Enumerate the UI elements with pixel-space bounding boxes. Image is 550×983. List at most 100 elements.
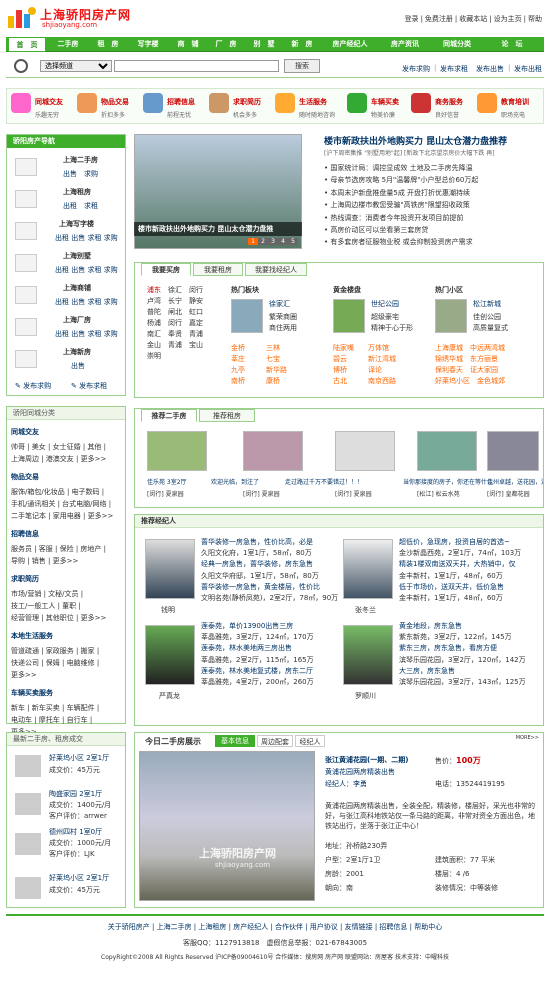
nav-classified[interactable]: 同城分类 [432,37,482,52]
cat-trade[interactable]: 物品交易 [11,472,125,482]
classified-panel: 骄阳同城分类 同城交友 帅哥 | 美女 | 女士征婚 | 其他 | 上海周边 | … [6,406,126,736]
zone-image[interactable] [231,299,263,333]
agent-photo[interactable] [145,625,195,685]
svc-trade[interactable]: 物品交易 折扣多多 [77,91,143,121]
tab-buy[interactable]: 我要买房 [141,263,191,276]
list-item[interactable]: • 上海周边楼市教您受骗"高铁房"限望招收政策 [324,199,478,211]
post-rent-link[interactable]: 发布出租 [514,64,542,74]
nav-factory[interactable]: 厂 房 [208,37,244,52]
recommend-panel: 推荐二手房 推荐租房 佳乐苑 3室2厅 [闵行] 夏泉园 欢迎光临，到注了 [闵… [134,408,544,508]
nav-row-newhouse: 上海新房 出售 [15,347,125,383]
nav-rent[interactable]: 租 房 [90,37,126,52]
nav-agent[interactable]: 房产经纪人 [322,37,378,52]
login-link[interactable]: 登录 [405,15,419,23]
svc-dating[interactable]: 同城交友 乐趣无穷 [11,91,77,121]
agents-panel: 推荐经纪人 钱明 蔷华装修一房急售，性价比高，必是 久阳文化府，1室1厅，58㎡，… [134,514,544,726]
cat-dating[interactable]: 同城交友 [11,427,125,437]
nav-villa[interactable]: 别 墅 [246,37,282,52]
headline[interactable]: 楼市新政扶出外地购买力 昆山太仓潜力盘推荐 [324,134,507,147]
agent-photo[interactable] [343,625,393,685]
handshake-icon [411,93,431,113]
svc-business[interactable]: 商务服务 良好信誉 [411,91,477,121]
nav-secondhand[interactable]: 二手房 [48,37,88,52]
tab-basic[interactable]: 基本信息 [215,735,255,747]
show-image[interactable] [139,751,315,901]
shop-icon [15,286,37,304]
estate-image[interactable] [435,299,467,333]
logo-icon [8,7,36,28]
tab-surround[interactable]: 周边配套 [257,735,293,747]
list-item[interactable]: • 高房价动区可以坐看第三套房贷 [324,224,478,236]
service-bar: 同城交友 乐趣无穷 物品交易 折扣多多 招聘信息 前程无忧 求职简历 机会多多 生活服务… [6,88,544,124]
tab-rec-sale[interactable]: 推荐二手房 [141,409,197,422]
list-item[interactable]: • 有多套房者征服物业税 或会抑制投资房产需求 [324,236,478,248]
headline-sub[interactable]: [沪下周密集推 "别墅用地"起] [新政下北京望京房价大幅下跌 再] [324,148,495,157]
listing-image[interactable] [243,431,303,471]
footer-links[interactable]: 关于骄阳房产 | 上海二手房 | 上海租房 | 房产经纪人 | 合作伙伴 | 用… [6,922,544,932]
nav-row-secondhand: 上海二手房 出售 求购 [15,155,125,191]
nav-forum[interactable]: 论 坛 [484,37,540,52]
avatar [15,877,41,899]
cat-cars[interactable]: 车辆买卖服务 [11,688,125,698]
svc-cars[interactable]: 车辆买卖 物美价廉 [347,91,413,121]
recent-title: 最新二手房、租房成交 [7,733,125,746]
svc-resume[interactable]: 求职简历 机会多多 [209,91,275,121]
listing-image[interactable] [335,431,395,471]
post-sell-link[interactable]: 发布出售 [476,64,504,74]
post-rent-bottom[interactable]: ✎ 发布求租 [71,381,107,391]
homepage-link[interactable]: 设为主页 [494,15,522,23]
tab-rec-rent[interactable]: 推荐租房 [199,409,255,422]
agent-photo[interactable] [145,539,195,599]
svc-jobs[interactable]: 招聘信息 前程无忧 [143,91,209,121]
listing-image[interactable] [147,431,207,471]
show-price: 100万 [456,756,481,765]
bookmark-link[interactable]: 收藏本站 [459,15,487,23]
car-icon [347,93,367,113]
nav-office[interactable]: 写字楼 [128,37,168,52]
cat-jobs[interactable]: 招聘信息 [11,529,125,539]
listing-image[interactable] [417,431,477,471]
show-name[interactable]: 张江黄浦花园(一期、二期) [325,755,408,765]
tab-agent[interactable]: 我要找经纪人 [245,263,307,276]
post-buy-bottom[interactable]: ✎ 发布求购 [15,381,51,391]
house-icon [15,158,37,176]
svc-education[interactable]: 教育培训 职场充电 [477,91,543,121]
site-logo[interactable]: 上海骄阳房产网 shjiaoyang.com [8,4,148,32]
hot-estates: 热门小区 松江新城 佳创公园 高质量复式 上海康城 中远两湾城 锦绣华城 东方丽… [435,286,508,385]
news-list: • 国家统计局：调控显成效 土地及二手房先降温 • 母亲节选房攻略 5月"温馨牌… [324,162,478,249]
listing-image[interactable] [487,431,539,471]
main-nav: 首 页 二手房 租 房 写字楼 商 铺 厂 房 别 墅 新 房 房产经纪人 房产… [6,37,544,52]
register-link[interactable]: 免费注册 [425,15,453,23]
cat-life[interactable]: 本地生活服务 [11,631,125,641]
search-button[interactable]: 搜索 [284,59,320,73]
avatar [15,833,41,855]
list-item[interactable]: • 本周末沪新盘推盘量5成 开盘打折优惠潮持续 [324,187,478,199]
channel-select[interactable]: 选择频道 [40,60,112,72]
estate-image[interactable] [333,299,365,333]
list-item[interactable]: • 热线调查：消费者今年投资开发项目前提前 [324,212,478,224]
nav-row-office: 上海写字楼 出租 出售 求租 求购 [15,219,125,255]
tab-rent[interactable]: 我要租房 [193,263,243,276]
help-link[interactable]: 帮助 [528,15,542,23]
more-link[interactable]: MORE>> [516,735,539,741]
footer-contact: 客服QQ：1127913818 虚假信息举报：021-67843005 [182,939,368,947]
list-item[interactable]: • 母亲节选房攻略 5月"温馨牌"小户型总价60万起 [324,174,478,186]
nav-newhouse[interactable]: 新 房 [284,37,320,52]
nav-row-factory: 上海厂房 出租 出售 求租 求购 [15,315,125,351]
footer-line [6,914,544,916]
house-icon [275,93,295,113]
svc-life[interactable]: 生活服务 随时随地咨询 [275,91,341,121]
recent-deals-panel: 最新二手房、租房成交 好莱坞小区 2室1厅 成交价：45万元 陶盛家园 2室1厅… [6,732,126,908]
search-input[interactable] [114,60,279,72]
post-buy-link[interactable]: 发布求购 [402,64,430,74]
post-seekrent-link[interactable]: 发布求租 [440,64,468,74]
nav-news[interactable]: 房产资讯 [380,37,430,52]
agent-photo[interactable] [343,539,393,599]
graduation-icon [477,93,497,113]
cat-resume[interactable]: 求职简历 [11,574,125,584]
nav-row-villa: 上海别墅 出租 出售 求租 求购 [15,251,125,287]
list-item[interactable]: • 国家统计局：调控显成效 土地及二手房先降温 [324,162,478,174]
nav-home[interactable]: 首 页 [8,37,46,52]
nav-shop[interactable]: 商 铺 [170,37,206,52]
tab-broker[interactable]: 经纪人 [295,735,325,747]
